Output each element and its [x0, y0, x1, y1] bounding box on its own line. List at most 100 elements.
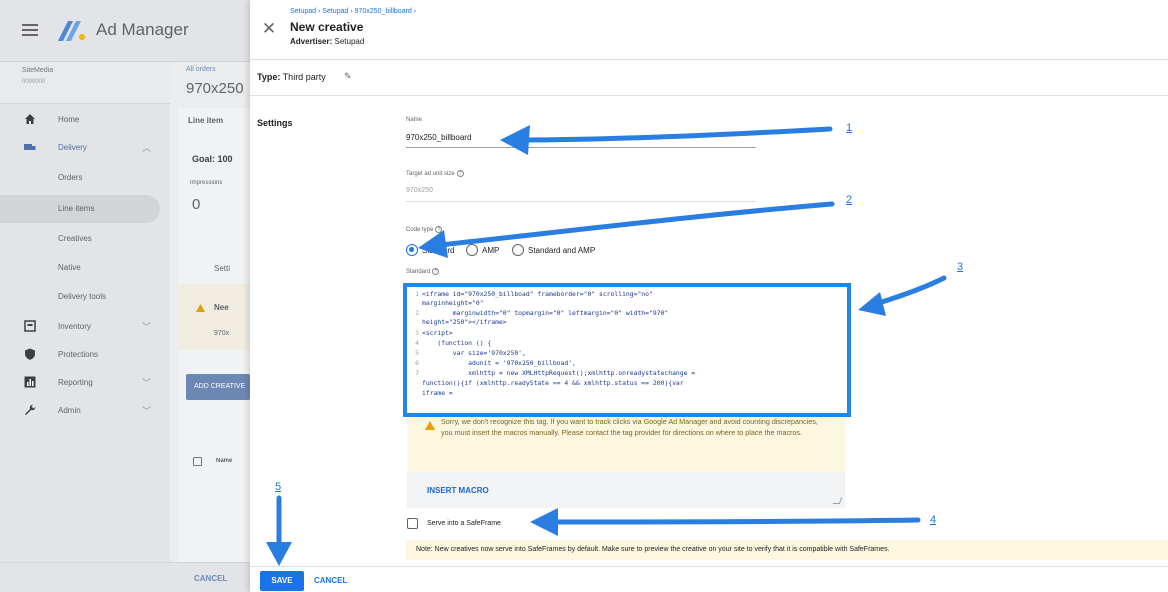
warning-text: Sorry, we don't recognize this tag. If y… — [441, 417, 818, 437]
name-field[interactable]: 970x250_billboard — [406, 133, 471, 142]
background-impressions-label: Impressions — [190, 180, 223, 186]
sidebar-item-label: Delivery tools — [58, 292, 107, 301]
background-cancel-button[interactable]: CANCEL — [194, 574, 227, 583]
safeframe-checkbox[interactable] — [407, 518, 418, 529]
chevron-up-icon: ︿ — [142, 143, 152, 153]
network-name: SiteMedia — [22, 67, 54, 74]
hamburger-menu-icon[interactable] — [22, 24, 38, 36]
chevron-down-icon: ﹀ — [142, 322, 152, 332]
save-button[interactable]: SAVE — [260, 571, 304, 591]
background-warning-sub: 970x — [214, 330, 230, 337]
background-settings-tab[interactable]: Setti — [214, 264, 230, 273]
ad-manager-logo-icon — [58, 21, 85, 41]
network-selector[interactable]: SiteMedia 0000000 — [0, 62, 170, 104]
sidebar-item-orders[interactable]: Orders — [0, 164, 160, 192]
sidebar-item-admin[interactable]: Admin ﹀ — [0, 397, 160, 425]
background-row-checkbox[interactable] — [193, 457, 202, 466]
target-size-label: Target ad unit size? — [406, 170, 464, 177]
radio-amp[interactable] — [466, 244, 478, 256]
radio-standard-label: Standard — [422, 246, 455, 255]
wrench-icon — [25, 404, 36, 415]
background-breadcrumb[interactable]: All orders — [186, 66, 216, 73]
code-line: height="250"></iframe> — [422, 318, 507, 326]
background-tab-line-item[interactable]: Line item — [188, 116, 223, 125]
help-icon[interactable]: ? — [432, 268, 440, 275]
annotation-label-4: 4 — [930, 514, 937, 526]
background-warning-title: Nee — [214, 303, 229, 312]
code-line: 1 <iframe id="970x250_billboad" framebord… — [415, 290, 653, 298]
chevron-down-icon: ﹀ — [142, 378, 152, 388]
sidebar-item-line-items[interactable]: Line items — [0, 195, 160, 223]
type-value: Third party — [282, 72, 326, 82]
sidebar-item-label: Line items — [58, 204, 95, 213]
annotation-label-2: 2 — [846, 194, 853, 206]
annotation-label-1: 1 — [846, 122, 853, 134]
code-line: marginheight="0" — [422, 299, 484, 307]
panel-header: ✕ Setupad › Setupad › 970x250_billboard … — [250, 0, 1168, 60]
help-icon[interactable]: ? — [435, 226, 443, 233]
page-title: New creative — [290, 20, 364, 34]
sidebar-item-label: Native — [58, 263, 81, 272]
sidebar-item-label: Orders — [58, 173, 83, 182]
sidebar-item-label: Home — [58, 115, 80, 124]
sidebar-item-inventory[interactable]: Inventory ﹀ — [0, 313, 160, 341]
close-icon[interactable]: ✕ — [260, 20, 278, 38]
sidebar-item-label: Delivery — [58, 143, 87, 152]
advertiser-value: Setupad — [334, 37, 365, 46]
sidebar-item-label: Admin — [58, 406, 81, 415]
sidebar-item-protections[interactable]: Protections — [0, 341, 160, 369]
screenshot-root: Ad Manager SiteMedia 0000000 Home Delive… — [0, 0, 1168, 592]
code-line: function(){if (xmlhttp.readyState == 4 &… — [422, 379, 684, 387]
background-warning: Nee 970x — [178, 284, 250, 350]
help-icon[interactable]: ? — [456, 170, 464, 177]
sidebar-item-creatives[interactable]: Creatives — [0, 225, 160, 253]
code-line: 2 marginwidth="0" topmargin="0" leftmarg… — [415, 309, 669, 317]
settings-section-label: Settings — [257, 118, 293, 128]
sidebar-item-label: Protections — [58, 350, 99, 359]
chevron-down-icon: ﹀ — [142, 406, 152, 416]
advertiser-line: Advertiser: Setupad — [290, 37, 364, 46]
sidebar-item-delivery-tools[interactable]: Delivery tools — [0, 283, 160, 311]
code-editor[interactable]: 1 <iframe id="970x250_billboad" framebord… — [403, 283, 851, 417]
standard-code-label-text: Standard — [406, 269, 431, 276]
type-line: Type: Third party — [257, 72, 326, 82]
delivery-icon — [24, 144, 36, 150]
inventory-icon — [24, 320, 36, 332]
network-id: 0000000 — [22, 79, 46, 85]
add-creative-button[interactable]: ADD CREATIVE — [186, 374, 250, 400]
background-goal: Goal: 100 — [192, 154, 233, 164]
radio-standard[interactable] — [406, 244, 418, 256]
sidebar-item-reporting[interactable]: Reporting ﹀ — [0, 369, 160, 397]
new-creative-panel: ✕ Setupad › Setupad › 970x250_billboard … — [250, 0, 1168, 592]
code-line: 5 var size='970x250', — [415, 349, 526, 357]
sidebar-item-label: Creatives — [58, 234, 92, 243]
code-line: 6 adunit = '970x250_billboad', — [415, 359, 576, 367]
macro-bar: INSERT MACRO — [407, 472, 845, 508]
radio-amp-label: AMP — [482, 246, 500, 255]
app-topbar: Ad Manager — [0, 0, 250, 62]
code-line: 4 (function () { — [415, 339, 492, 347]
warning-icon — [196, 304, 205, 312]
sidebar-item-label: Inventory — [58, 322, 91, 331]
warning-icon — [425, 421, 435, 430]
sidebar-item-native[interactable]: Native — [0, 254, 160, 282]
pencil-icon[interactable]: ✎ — [344, 71, 352, 82]
code-type-label: Code type? — [406, 226, 443, 233]
reporting-icon — [24, 376, 36, 388]
safeframe-note-text: Note: New creatives now serve into SafeF… — [416, 546, 890, 553]
dialog-footer: SAVE CANCEL — [250, 566, 1168, 592]
code-line: iframe = — [422, 389, 453, 397]
code-line: 7 xmlhttp = new XMLHttpRequest();xmlhttp… — [415, 369, 696, 377]
safeframe-label: Serve into a SafeFrame — [427, 520, 501, 527]
resize-handle-icon[interactable] — [832, 497, 843, 504]
code-line: 3 <script> — [415, 329, 453, 337]
insert-macro-button[interactable]: INSERT MACRO — [427, 486, 489, 495]
sidebar-item-delivery[interactable]: Delivery ︿ — [0, 134, 160, 162]
breadcrumb[interactable]: Setupad › Setupad › 970x250_billboard › — [290, 8, 416, 15]
cancel-button[interactable]: CANCEL — [314, 571, 347, 591]
radio-standard-and-amp[interactable] — [512, 244, 524, 256]
name-field-label: Name — [406, 117, 423, 123]
warning-message: Sorry, we don't recognize this tag. If y… — [407, 417, 845, 472]
sidebar-item-home[interactable]: Home — [0, 106, 160, 134]
advertiser-label: Advertiser: — [290, 37, 333, 46]
